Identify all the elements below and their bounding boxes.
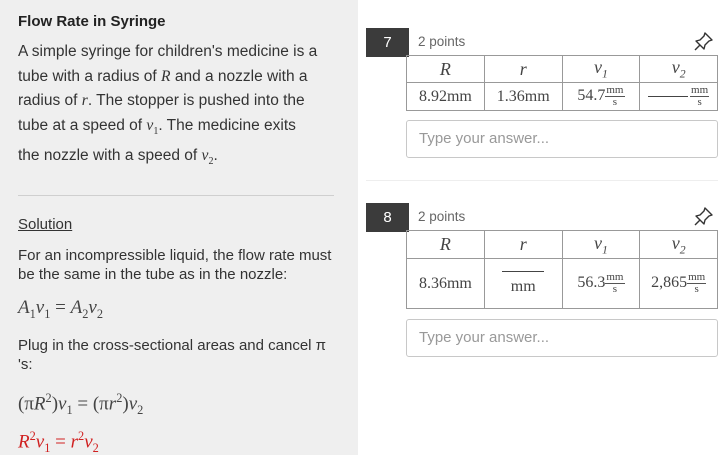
problem-panel: Flow Rate in Syringe A simple syringe fo…: [0, 0, 358, 455]
points-label: 2 points: [418, 34, 466, 49]
solution-text-2: Plug in the cross-sectional areas and ca…: [18, 336, 327, 374]
pin-icon[interactable]: [694, 31, 714, 51]
pin-icon[interactable]: [694, 206, 714, 226]
divider: [18, 194, 334, 196]
question-card-7: 7 2 points R r v1 v2 8.92mm 1.36mm 54.7 m…: [366, 28, 718, 158]
data-table: R r v1 v2 8.36mm mm 56.3 mm s 2,865 mm s: [406, 230, 718, 309]
question-card-8: 8 2 points R r v1 v2 8.36mm mm 56.3 mm s 2…: [366, 203, 718, 363]
equation-flow: A1v1 = A2v2: [18, 296, 103, 321]
question-number: 8: [366, 203, 409, 232]
points-label: 2 points: [418, 209, 466, 224]
card-separator: [366, 180, 718, 181]
problem-statement: A simple syringe for children's medicine…: [18, 43, 318, 168]
solution-text-1: For an incompressible liquid, the flow r…: [18, 246, 332, 284]
answer-input[interactable]: Type your answer...: [406, 319, 718, 357]
data-table: R r v1 v2 8.92mm 1.36mm 54.7 mm s mm s: [406, 55, 718, 111]
questions-panel: 7 2 points R r v1 v2 8.92mm 1.36mm 54.7 m…: [358, 0, 720, 455]
solution-label: Solution: [18, 215, 73, 233]
equation-areas: (πR2)v1 = (πr2)v2: [18, 390, 144, 417]
answer-input[interactable]: Type your answer...: [406, 120, 718, 158]
question-number: 7: [366, 28, 409, 57]
problem-title: Flow Rate in Syringe: [18, 13, 166, 30]
equation-result: R2v1 = r2v2: [18, 428, 99, 455]
